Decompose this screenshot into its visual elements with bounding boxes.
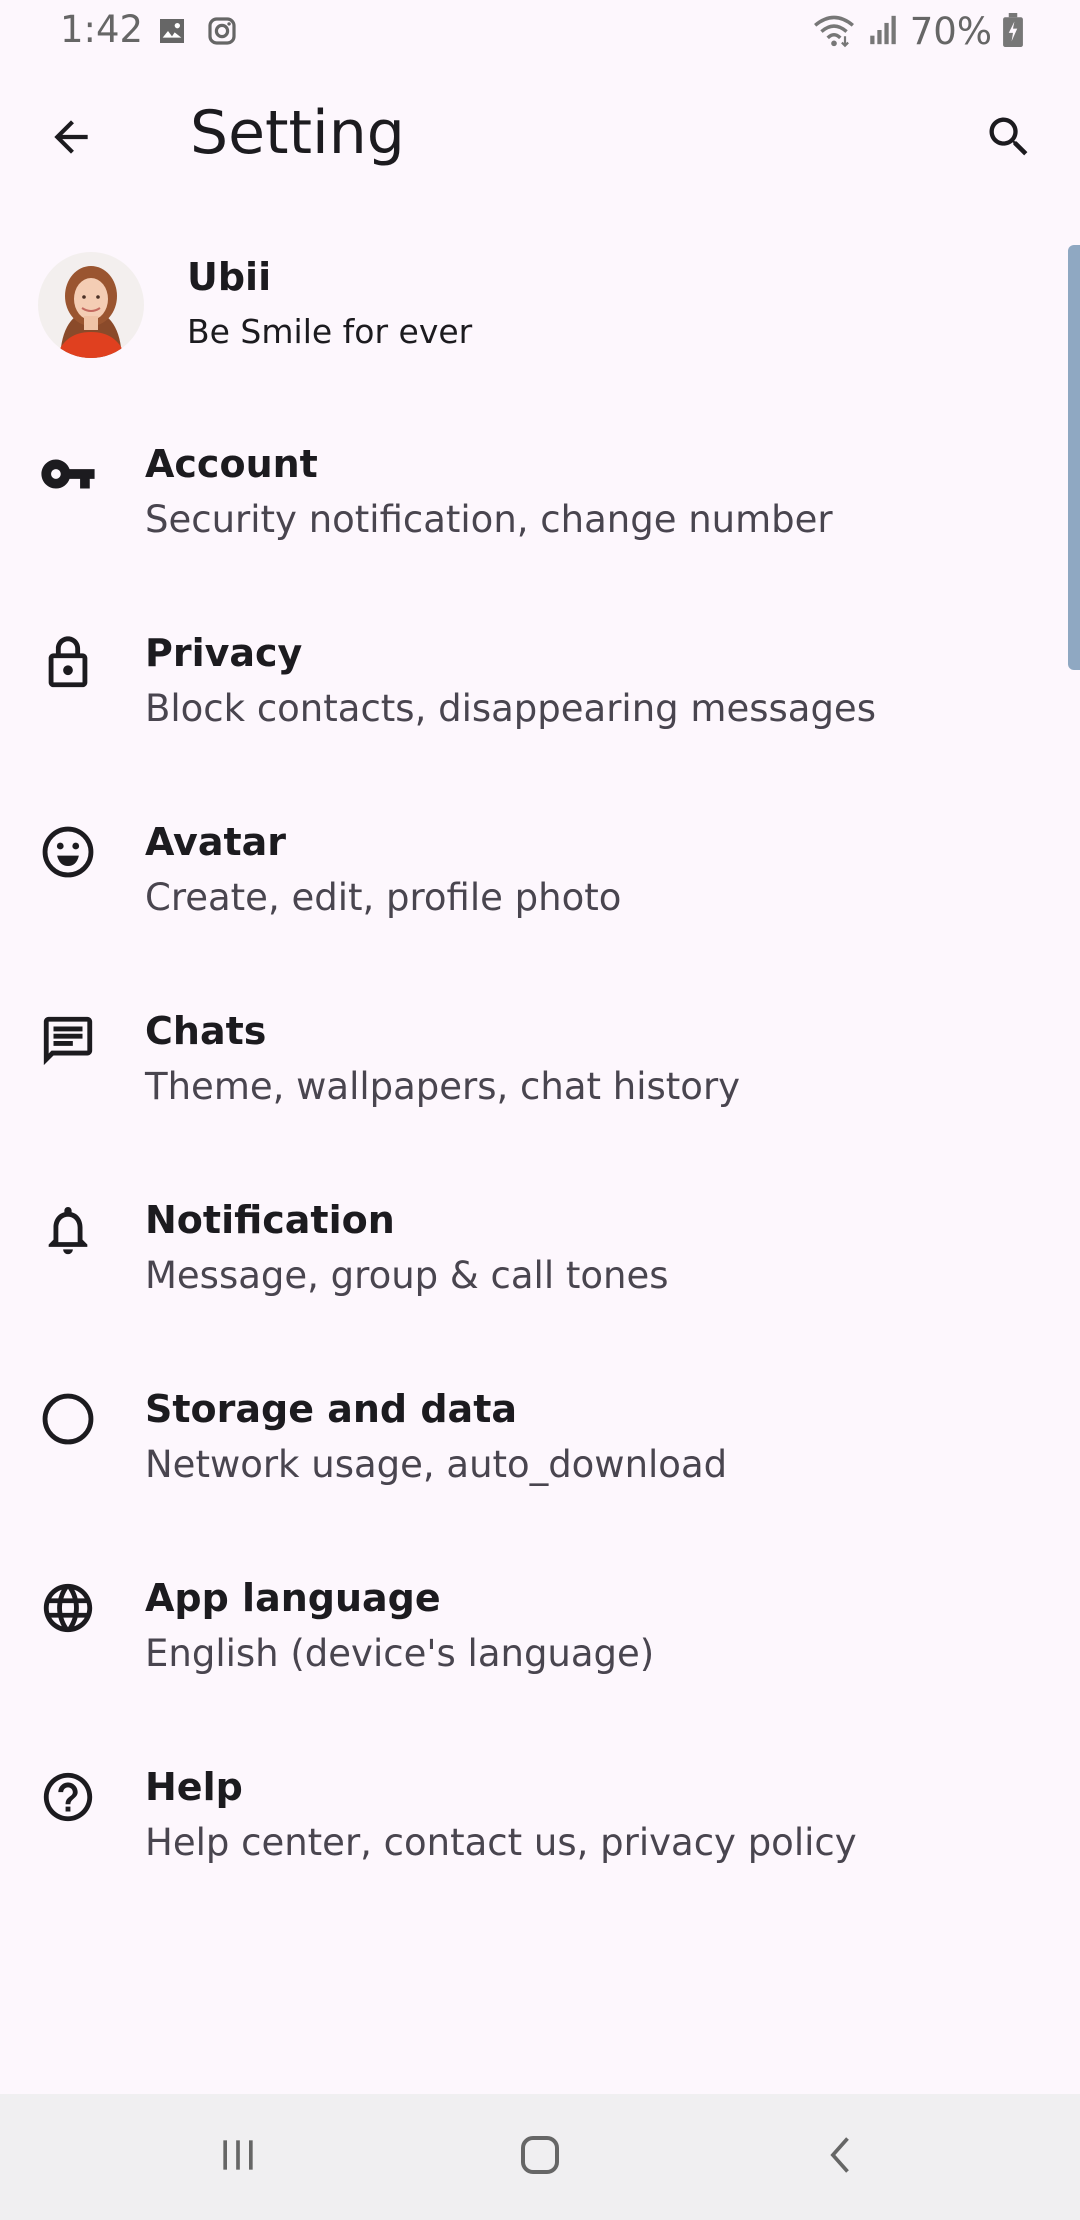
key-icon: [36, 442, 100, 506]
home-button[interactable]: [500, 2122, 580, 2192]
battery-charging-icon: [1002, 12, 1024, 51]
settings-item-avatar[interactable]: Avatar Create, edit, profile photo: [0, 780, 1060, 969]
settings-item-help[interactable]: Help Help center, contact us, privacy po…: [0, 1725, 1060, 1914]
instagram-icon: [206, 15, 238, 51]
search-button[interactable]: [976, 106, 1042, 172]
settings-item-subtitle: Theme, wallpapers, chat history: [145, 1065, 741, 1108]
settings-item-subtitle: Help center, contact us, privacy policy: [145, 1821, 857, 1864]
settings-item-title: Storage and data: [145, 1387, 518, 1431]
settings-item-title: Avatar: [145, 820, 287, 864]
settings-item-subtitle: Block contacts, disappearing messages: [145, 687, 876, 730]
profile-name: Ubii: [187, 255, 272, 299]
settings-item-account[interactable]: Account Security notification, change nu…: [0, 402, 1060, 591]
status-bar: 1:42 70%: [0, 0, 1080, 64]
status-left-icons: [156, 15, 238, 51]
recents-icon: [216, 2133, 260, 2181]
profile-status: Be Smile for ever: [187, 312, 473, 351]
search-icon: [983, 111, 1035, 167]
settings-item-title: Chats: [145, 1009, 267, 1053]
arrow-back-icon: [46, 112, 96, 166]
settings-item-subtitle: Network usage, auto_download: [145, 1443, 728, 1486]
lock-icon: [36, 631, 100, 695]
circle-icon: [36, 1387, 100, 1451]
settings-item-privacy[interactable]: Privacy Block contacts, disappearing mes…: [0, 591, 1060, 780]
scrollbar[interactable]: [1068, 245, 1080, 670]
wifi-icon: [812, 12, 856, 52]
settings-item-subtitle: Security notification, change number: [145, 498, 833, 541]
settings-item-subtitle: Message, group & call tones: [145, 1254, 669, 1297]
battery-percentage: 70%: [909, 10, 992, 53]
status-time: 1:42: [60, 8, 144, 51]
settings-item-app-language[interactable]: App language English (device's language): [0, 1536, 1060, 1725]
back-nav-button[interactable]: [802, 2122, 882, 2192]
settings-item-subtitle: Create, edit, profile photo: [145, 876, 622, 919]
settings-item-chats[interactable]: Chats Theme, wallpapers, chat history: [0, 969, 1060, 1158]
help-icon: [36, 1765, 100, 1829]
back-icon: [820, 2133, 864, 2181]
settings-item-title: Notification: [145, 1198, 395, 1242]
settings-item-title: App language: [145, 1576, 441, 1620]
app-bar: Setting: [0, 84, 1080, 190]
profile-row[interactable]: Ubii Be Smile for ever: [0, 240, 1060, 370]
chat-icon: [36, 1009, 100, 1073]
smiley-icon: [36, 820, 100, 884]
settings-item-subtitle: English (device's language): [145, 1632, 655, 1675]
gallery-icon: [156, 15, 188, 51]
settings-list: Account Security notification, change nu…: [0, 402, 1060, 1914]
back-button[interactable]: [38, 106, 104, 172]
page-title: Setting: [190, 98, 405, 168]
settings-item-title: Account: [145, 442, 318, 486]
avatar[interactable]: [38, 252, 144, 358]
settings-item-title: Help: [145, 1765, 243, 1809]
globe-icon: [36, 1576, 100, 1640]
settings-item-notification[interactable]: Notification Message, group & call tones: [0, 1158, 1060, 1347]
home-icon: [516, 2131, 564, 2183]
system-nav-bar: [0, 2094, 1080, 2220]
bell-icon: [36, 1198, 100, 1262]
settings-item-storage[interactable]: Storage and data Network usage, auto_dow…: [0, 1347, 1060, 1536]
recents-button[interactable]: [198, 2122, 278, 2192]
settings-item-title: Privacy: [145, 631, 303, 675]
signal-icon: [866, 13, 900, 51]
status-right: 70%: [812, 10, 1024, 53]
